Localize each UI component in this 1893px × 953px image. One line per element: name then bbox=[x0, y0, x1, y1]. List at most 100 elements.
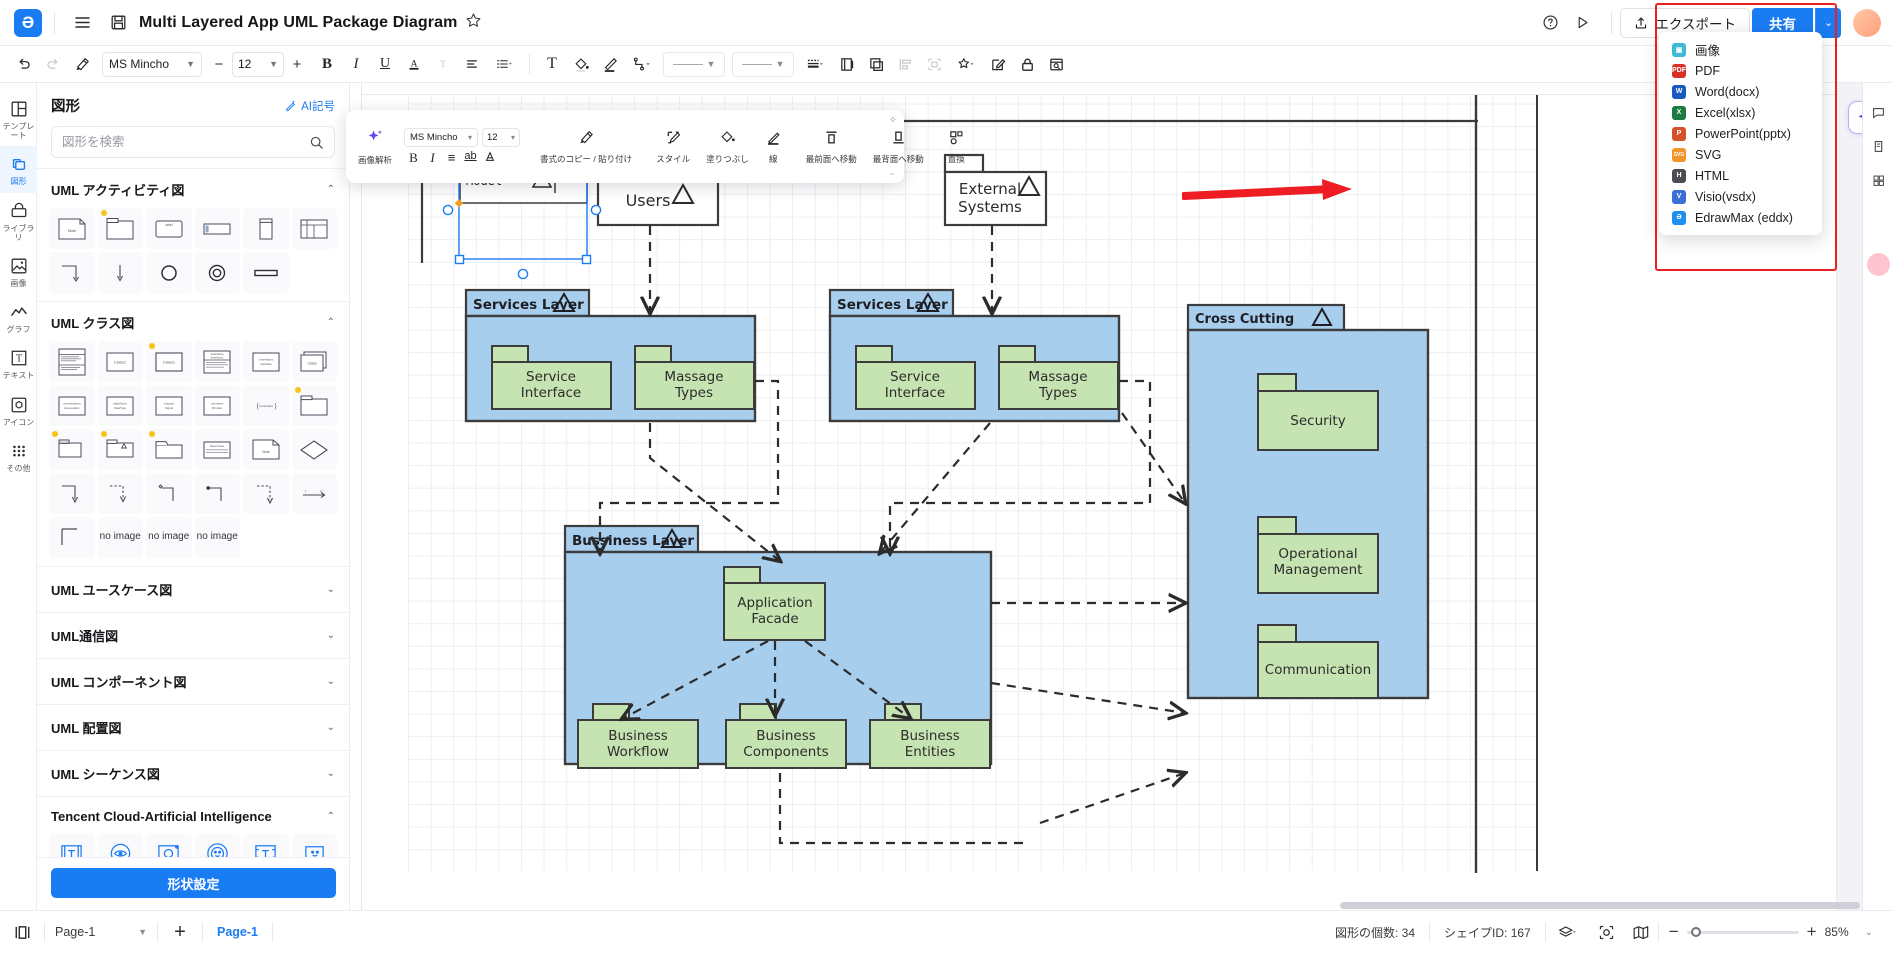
strikethrough-button[interactable]: T bbox=[429, 51, 457, 78]
export-item-pdf[interactable]: PDF PDF bbox=[1659, 60, 1822, 81]
distribute-icon[interactable] bbox=[920, 51, 948, 78]
float-font-size-select[interactable]: 12 ▾ bbox=[482, 127, 521, 147]
search-icon[interactable] bbox=[309, 135, 324, 150]
section-header[interactable]: Tencent Cloud-Artificial Intelligence ⌃ bbox=[37, 797, 349, 833]
add-page-button[interactable]: + bbox=[158, 921, 202, 944]
shape-item[interactable] bbox=[243, 473, 289, 514]
shape-item[interactable] bbox=[291, 208, 337, 249]
dash-style-icon[interactable] bbox=[798, 51, 832, 78]
shape-item-noimage[interactable]: no image bbox=[146, 517, 192, 558]
comment-icon[interactable] bbox=[1863, 95, 1893, 129]
font-size-increase-button[interactable]: + bbox=[286, 52, 308, 77]
pin-icon[interactable]: ✧ bbox=[889, 115, 897, 126]
shape-item[interactable]: 1 0..* bbox=[291, 473, 337, 514]
app-logo-icon[interactable]: Ə bbox=[14, 8, 42, 37]
format-copy-paste-button[interactable]: 書式のコピー / 貼り付け bbox=[532, 116, 640, 177]
float-font-color-button[interactable] bbox=[482, 150, 497, 166]
vertical-ruler[interactable] bbox=[350, 83, 362, 910]
section-header[interactable]: UML シーケンス図 ⌄ bbox=[37, 751, 349, 796]
shape-item[interactable]: {Constraint} bbox=[243, 385, 289, 426]
bold-button[interactable]: B bbox=[313, 51, 341, 78]
focus-icon[interactable] bbox=[1590, 918, 1624, 946]
shape-item[interactable]: «enumeration» Enumeration bbox=[49, 385, 95, 426]
zoom-slider-knob[interactable] bbox=[1690, 927, 1701, 937]
shape-item[interactable] bbox=[49, 341, 95, 382]
export-dropdown-menu[interactable]: ▣ 画像 PDF PDF W Word(docx) X Excel(xlsx) … bbox=[1659, 32, 1822, 235]
sidebar-item-images[interactable]: 画像 bbox=[0, 248, 37, 294]
page-select[interactable]: Page-1 ▼ bbox=[45, 919, 157, 945]
section-header[interactable]: UML 配置図 ⌄ bbox=[37, 705, 349, 750]
font-color-button[interactable]: A bbox=[400, 51, 428, 78]
shape-item[interactable] bbox=[97, 252, 143, 293]
minimap-icon[interactable] bbox=[1624, 918, 1658, 946]
sidebar-item-charts[interactable]: グラフ bbox=[0, 294, 37, 340]
shape-item[interactable] bbox=[97, 208, 143, 249]
lock-icon[interactable] bbox=[1013, 51, 1041, 78]
export-item-svg[interactable]: SVG SVG bbox=[1659, 144, 1822, 165]
shape-item[interactable]: «interface» Interface bbox=[243, 341, 289, 382]
find-replace-icon[interactable] bbox=[1042, 51, 1070, 78]
notes-icon[interactable] bbox=[1863, 129, 1893, 163]
edit-icon[interactable] bbox=[984, 51, 1012, 78]
shape-item[interactable]: Note bbox=[243, 429, 289, 470]
float-font-family-select[interactable]: MS Mincho ▾ bbox=[404, 127, 479, 147]
user-avatar[interactable] bbox=[1853, 8, 1881, 37]
collaborator-avatar[interactable] bbox=[1867, 253, 1890, 276]
shape-item[interactable]: Class bbox=[291, 341, 337, 382]
favorite-star-icon[interactable] bbox=[465, 12, 482, 34]
section-header[interactable]: UML アクティビティ図 ⌃ bbox=[37, 169, 349, 208]
fit-page-icon[interactable] bbox=[0, 924, 44, 941]
ai-symbol-button[interactable]: AI記号 bbox=[284, 98, 335, 114]
sidebar-item-text[interactable]: T テキスト bbox=[0, 340, 37, 386]
section-header[interactable]: UML通信図 ⌄ bbox=[37, 613, 349, 658]
copy-icon[interactable] bbox=[862, 51, 890, 78]
zoom-in-button[interactable]: + bbox=[1807, 922, 1817, 942]
float-underline-button[interactable]: ab bbox=[463, 150, 478, 166]
shape-item[interactable] bbox=[194, 208, 240, 249]
line-style-select[interactable]: ▼ bbox=[663, 51, 725, 77]
layers-icon[interactable] bbox=[1546, 918, 1590, 946]
shape-item[interactable] bbox=[291, 385, 337, 426]
sidebar-item-library[interactable]: ライブラリ bbox=[0, 193, 37, 248]
export-item-edrawmax[interactable]: Ə EdrawMax (eddx) bbox=[1659, 207, 1822, 228]
shape-item[interactable]: «primitive» Primitive bbox=[194, 385, 240, 426]
float-bold-button[interactable]: B bbox=[406, 150, 421, 166]
export-item-powerpoint[interactable]: P PowerPoint(pptx) bbox=[1659, 123, 1822, 144]
shape-item[interactable] bbox=[146, 252, 192, 293]
shape-settings-button[interactable]: 形状設定 bbox=[51, 868, 336, 898]
shape-item[interactable]: label bbox=[146, 208, 192, 249]
shape-item[interactable] bbox=[243, 208, 289, 249]
shape-item[interactable] bbox=[146, 429, 192, 470]
replace-button[interactable]: 置換 bbox=[940, 116, 973, 177]
line-spacing-icon[interactable] bbox=[487, 51, 521, 78]
shape-item-noimage[interactable]: no image bbox=[194, 517, 240, 558]
hamburger-menu-icon[interactable] bbox=[67, 8, 97, 38]
font-size-select[interactable]: 12 ▼ bbox=[232, 51, 284, 77]
page-tab-1[interactable]: Page-1 bbox=[203, 925, 272, 939]
zoom-out-button[interactable]: − bbox=[1669, 922, 1679, 942]
align-objects-icon[interactable] bbox=[891, 51, 919, 78]
effects-icon[interactable] bbox=[949, 51, 983, 78]
image-analysis-button[interactable]: 画像解析 bbox=[350, 116, 400, 177]
shape-item[interactable]: Note bbox=[49, 208, 95, 249]
underline-button[interactable]: U bbox=[371, 51, 399, 78]
chevron-down-icon[interactable]: ⌄ bbox=[1865, 927, 1873, 938]
horizontal-scrollbar[interactable] bbox=[1340, 902, 1860, 909]
shape-search-box[interactable] bbox=[51, 126, 335, 158]
present-icon[interactable] bbox=[1567, 8, 1597, 38]
font-size-decrease-button[interactable]: − bbox=[208, 52, 230, 77]
shape-item[interactable] bbox=[194, 252, 240, 293]
bring-to-front-button[interactable]: 最前面へ移動 bbox=[798, 116, 865, 177]
connector-icon[interactable] bbox=[625, 51, 659, 78]
export-item-excel[interactable]: X Excel(xlsx) bbox=[1659, 102, 1822, 123]
section-header[interactable]: UML クラス図 ⌃ bbox=[37, 302, 349, 341]
shape-item[interactable] bbox=[243, 252, 289, 293]
shape-item[interactable] bbox=[49, 473, 95, 514]
help-icon[interactable] bbox=[1535, 8, 1565, 38]
shape-item[interactable]: Class1 bbox=[146, 341, 192, 382]
shape-item[interactable]: «interface» Interface1 bbox=[194, 341, 240, 382]
sidebar-item-templates[interactable]: テンプレート bbox=[0, 91, 37, 146]
shape-item[interactable] bbox=[49, 517, 95, 558]
document-title[interactable]: Multi Layered App UML Package Diagram bbox=[139, 14, 457, 32]
export-item-word[interactable]: W Word(docx) bbox=[1659, 81, 1822, 102]
